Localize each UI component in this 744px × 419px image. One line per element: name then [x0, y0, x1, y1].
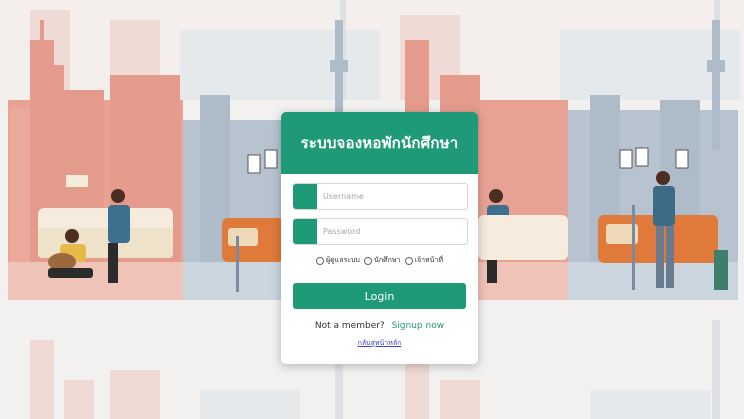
role-admin-label: ผู้ดูแลระบบ — [326, 256, 360, 264]
password-input[interactable] — [317, 220, 455, 243]
radio-icon[interactable] — [404, 256, 413, 265]
login-title: ระบบจองหอพักนักศึกษา — [300, 134, 459, 152]
radio-icon[interactable] — [364, 256, 373, 265]
lock-icon — [293, 219, 317, 244]
user-icon — [293, 184, 317, 209]
role-student-label: นักศึกษา — [374, 256, 401, 264]
signup-link[interactable]: Signup now — [392, 321, 444, 331]
role-student-option[interactable]: นักศึกษา — [364, 255, 400, 266]
radio-icon[interactable] — [316, 256, 325, 265]
role-admin-option[interactable]: ผู้ดูแลระบบ — [316, 255, 360, 266]
role-staff-label: เจ้าหน้าที่ — [414, 256, 443, 264]
password-field[interactable] — [293, 218, 468, 245]
role-staff-option[interactable]: เจ้าหน้าที่ — [404, 255, 443, 266]
back-home-link[interactable]: กลับสู่หน้าหลัก — [358, 339, 402, 347]
username-field[interactable] — [293, 183, 468, 210]
signup-prompt: Not a member? Signup now — [281, 321, 478, 331]
role-radio-group: ผู้ดูแลระบบ นักศึกษา เจ้าหน้าที่ — [281, 255, 478, 267]
back-home-row: กลับสู่หน้าหลัก — [281, 338, 478, 349]
login-header: ระบบจองหอพักนักศึกษา — [281, 112, 478, 174]
username-input[interactable] — [317, 185, 455, 208]
login-card: ระบบจองหอพักนักศึกษา ผู้ดูแลระบบ นักศึกษ… — [281, 112, 478, 364]
login-button[interactable]: Login — [293, 283, 466, 309]
not-member-text: Not a member? — [314, 321, 385, 331]
